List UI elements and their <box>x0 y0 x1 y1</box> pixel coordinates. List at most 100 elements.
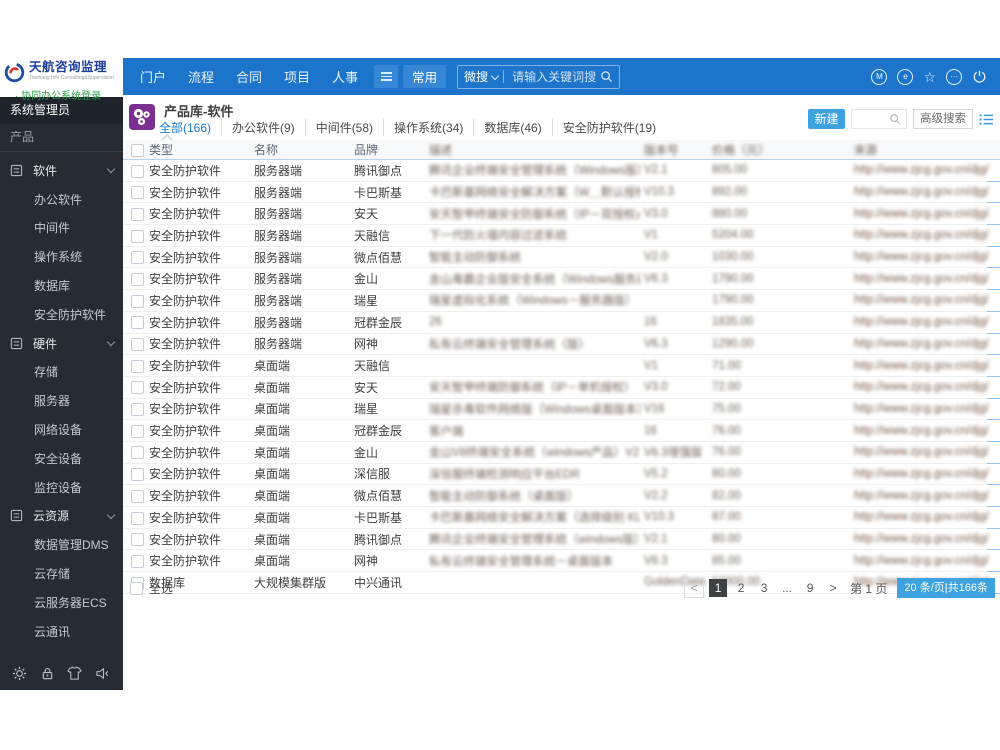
new-button[interactable]: 新建 <box>808 109 845 129</box>
sidebar-item[interactable]: 安全防护软件 <box>0 300 123 329</box>
search-scope-label[interactable]: 微搜 <box>464 68 488 85</box>
row-checkbox[interactable] <box>131 272 144 286</box>
row-checkbox[interactable] <box>131 207 144 221</box>
nav-item[interactable]: 人事 <box>321 67 369 86</box>
nav-item[interactable]: 合同 <box>225 67 273 86</box>
col-version[interactable]: 版本号 <box>640 142 708 158</box>
sidebar-item[interactable]: 安全设备 <box>0 444 123 473</box>
next-page-button[interactable]: > <box>824 579 842 597</box>
sound-speaker-icon[interactable] <box>95 666 111 681</box>
more-options-icon[interactable]: ··· <box>946 68 962 85</box>
favorites-star-icon[interactable]: ☆ <box>923 70 936 84</box>
advanced-search-button[interactable]: 高级搜索 <box>913 109 973 129</box>
tab-item[interactable]: 安全防护软件(19) <box>551 119 666 136</box>
tab-item[interactable]: 数据库(46) <box>473 119 551 136</box>
sidebar-item[interactable]: 监控设备 <box>0 473 123 502</box>
table-row[interactable]: 安全防护软件 桌面端 卡巴斯基 卡巴斯基网络安全解决方案（选择级别 KL48－K… <box>123 507 1000 529</box>
col-name[interactable]: 名称 <box>250 141 350 158</box>
sidebar-item[interactable]: 操作系统 <box>0 242 123 271</box>
table-search-input[interactable] <box>855 112 889 126</box>
table-row[interactable]: 安全防护软件 桌面端 金山 金山V8终端安全系统（windows产品）V2.1版… <box>123 442 1000 464</box>
table-row[interactable]: 安全防护软件 桌面端 冠群金辰 客户端 16 76.00 http://www.… <box>123 420 1000 442</box>
table-row[interactable]: 安全防护软件 服务器端 瑞星 瑞星虚拟化系统（Windows－服务器版） 179… <box>123 290 1000 312</box>
row-checkbox[interactable] <box>131 403 144 417</box>
row-checkbox[interactable] <box>131 294 144 308</box>
search-input[interactable] <box>510 68 601 85</box>
power-logout-icon[interactable] <box>972 69 987 84</box>
sidebar-item[interactable]: 数据库 <box>0 271 123 300</box>
col-brand[interactable]: 品牌 <box>350 141 425 158</box>
row-checkbox[interactable] <box>131 381 144 395</box>
table-row[interactable]: 安全防护软件 服务器端 腾讯御点 腾讯企业终端安全管理系统（Windows版） … <box>123 160 1000 182</box>
more-menus-button[interactable] <box>374 65 399 88</box>
row-checkbox[interactable] <box>131 424 144 438</box>
table-row[interactable]: 安全防护软件 服务器端 天融信 下一代防火墙内容过滤系统 V1 5204.00 … <box>123 225 1000 247</box>
sidebar-item[interactable]: 中间件 <box>0 214 123 243</box>
sidebar-item[interactable]: 云存储 <box>0 559 123 588</box>
table-row[interactable]: 安全防护软件 桌面端 腾讯御点 腾讯企业终端安全管理系统（windows版）V2… <box>123 529 1000 551</box>
login-system-link[interactable]: · 协同办公系统登录 <box>0 87 123 102</box>
row-checkbox[interactable] <box>131 186 144 200</box>
row-checkbox[interactable] <box>131 251 144 265</box>
row-checkbox[interactable] <box>131 229 144 243</box>
table-row[interactable]: 安全防护软件 桌面端 瑞星 瑞星杀毒软件网络版（Windows桌面版本） V16… <box>123 399 1000 421</box>
sidebar-item[interactable]: 网络设备 <box>0 415 123 444</box>
lock-screen-icon[interactable] <box>40 666 55 681</box>
tab-item[interactable]: 操作系统(34) <box>383 119 473 136</box>
theme-shirt-icon[interactable] <box>67 666 82 681</box>
settings-gear-icon[interactable] <box>12 666 27 681</box>
col-price[interactable]: 价格（元） <box>708 142 850 158</box>
row-checkbox[interactable] <box>131 316 144 330</box>
col-source[interactable]: 来源 <box>850 142 1000 158</box>
row-checkbox[interactable] <box>131 533 144 547</box>
sidebar-item[interactable]: 云通讯 <box>0 617 123 646</box>
sidebar-item[interactable]: 办公软件 <box>0 185 123 214</box>
sidebar-item[interactable]: 存储 <box>0 358 123 387</box>
table-row[interactable]: 安全防护软件 桌面端 安天 安天智甲终端防御系统（IP－单机授权） V3.0 7… <box>123 377 1000 399</box>
sidebar-item[interactable]: 云服务器ECS <box>0 588 123 617</box>
page-size-button[interactable]: 20 条/页|共166条 <box>897 578 995 598</box>
sidebar-item[interactable]: 云资源 <box>0 502 123 531</box>
page-number-button[interactable]: 2 <box>732 579 750 597</box>
tab-item[interactable]: 办公软件(9) <box>221 119 305 136</box>
row-checkbox[interactable] <box>131 446 144 460</box>
sidebar-item[interactable]: 软件 <box>0 156 123 185</box>
search-icon[interactable] <box>889 113 901 125</box>
page-number-button[interactable]: ... <box>778 579 796 597</box>
m-badge-icon[interactable]: M <box>871 68 888 85</box>
pinned-menu-button[interactable]: 常用 <box>403 65 447 88</box>
page-number-button[interactable]: 9 <box>801 579 819 597</box>
nav-item[interactable]: 门户 <box>129 67 177 86</box>
prev-page-button[interactable]: < <box>684 578 705 598</box>
sidebar-item[interactable]: 服务器 <box>0 386 123 415</box>
table-row[interactable]: 安全防护软件 服务器端 金山 金山毒霸企业版安全系统（Windows服务器版本）… <box>123 268 1000 291</box>
table-row[interactable]: 安全防护软件 服务器端 微点佰慧 智能主动防御系统 V2.0 1030.00 h… <box>123 247 1000 269</box>
col-type[interactable]: 类型 <box>145 141 250 158</box>
table-row[interactable]: 安全防护软件 桌面端 微点佰慧 智能主动防御系统（桌面版） V2.2 82.00… <box>123 485 1000 507</box>
sidebar-section-product[interactable]: 产品 <box>0 124 123 152</box>
sidebar-item[interactable]: 硬件 <box>0 329 123 358</box>
tab-item[interactable]: 全部(166) <box>149 119 221 136</box>
list-view-toggle-icon[interactable] <box>979 113 994 126</box>
nav-item[interactable]: 项目 <box>273 67 321 86</box>
search-icon[interactable] <box>600 70 613 83</box>
table-row[interactable]: 安全防护软件 服务器端 卡巴斯基 卡巴斯基网络安全解决方案（W＿默认授权 25节… <box>123 182 1000 204</box>
nav-item[interactable]: 流程 <box>177 67 225 86</box>
row-checkbox[interactable] <box>131 554 144 568</box>
table-row[interactable]: 安全防护软件 桌面端 深信服 深信服终端检测响应平台EDR V5.2 80.00… <box>123 464 1000 486</box>
col-desc[interactable]: 描述 <box>425 142 640 158</box>
header-checkbox[interactable] <box>131 143 144 157</box>
row-checkbox[interactable] <box>131 359 144 373</box>
page-number-button[interactable]: 1 <box>709 579 728 597</box>
message-icon[interactable]: e <box>897 68 914 85</box>
sidebar-item[interactable]: 数据管理DMS <box>0 530 123 559</box>
table-row[interactable]: 安全防护软件 桌面端 天融信 V1 71.00 http://www.zjcg.… <box>123 355 1000 377</box>
row-checkbox[interactable] <box>131 511 144 525</box>
select-all-checkbox[interactable] <box>130 581 143 595</box>
row-checkbox[interactable] <box>131 468 144 482</box>
table-row[interactable]: 安全防护软件 服务器端 网神 私有云终端安全管理系统（版） V6.3 1290.… <box>123 334 1000 356</box>
row-checkbox[interactable] <box>131 489 144 503</box>
table-row[interactable]: 安全防护软件 桌面端 网神 私有云终端安全管理系统－桌面版本 V6.3 85.0… <box>123 550 1000 573</box>
row-checkbox[interactable] <box>131 338 144 351</box>
table-row[interactable]: 安全防护软件 服务器端 冠群金辰 26 16 1835.00 http://ww… <box>123 312 1000 334</box>
